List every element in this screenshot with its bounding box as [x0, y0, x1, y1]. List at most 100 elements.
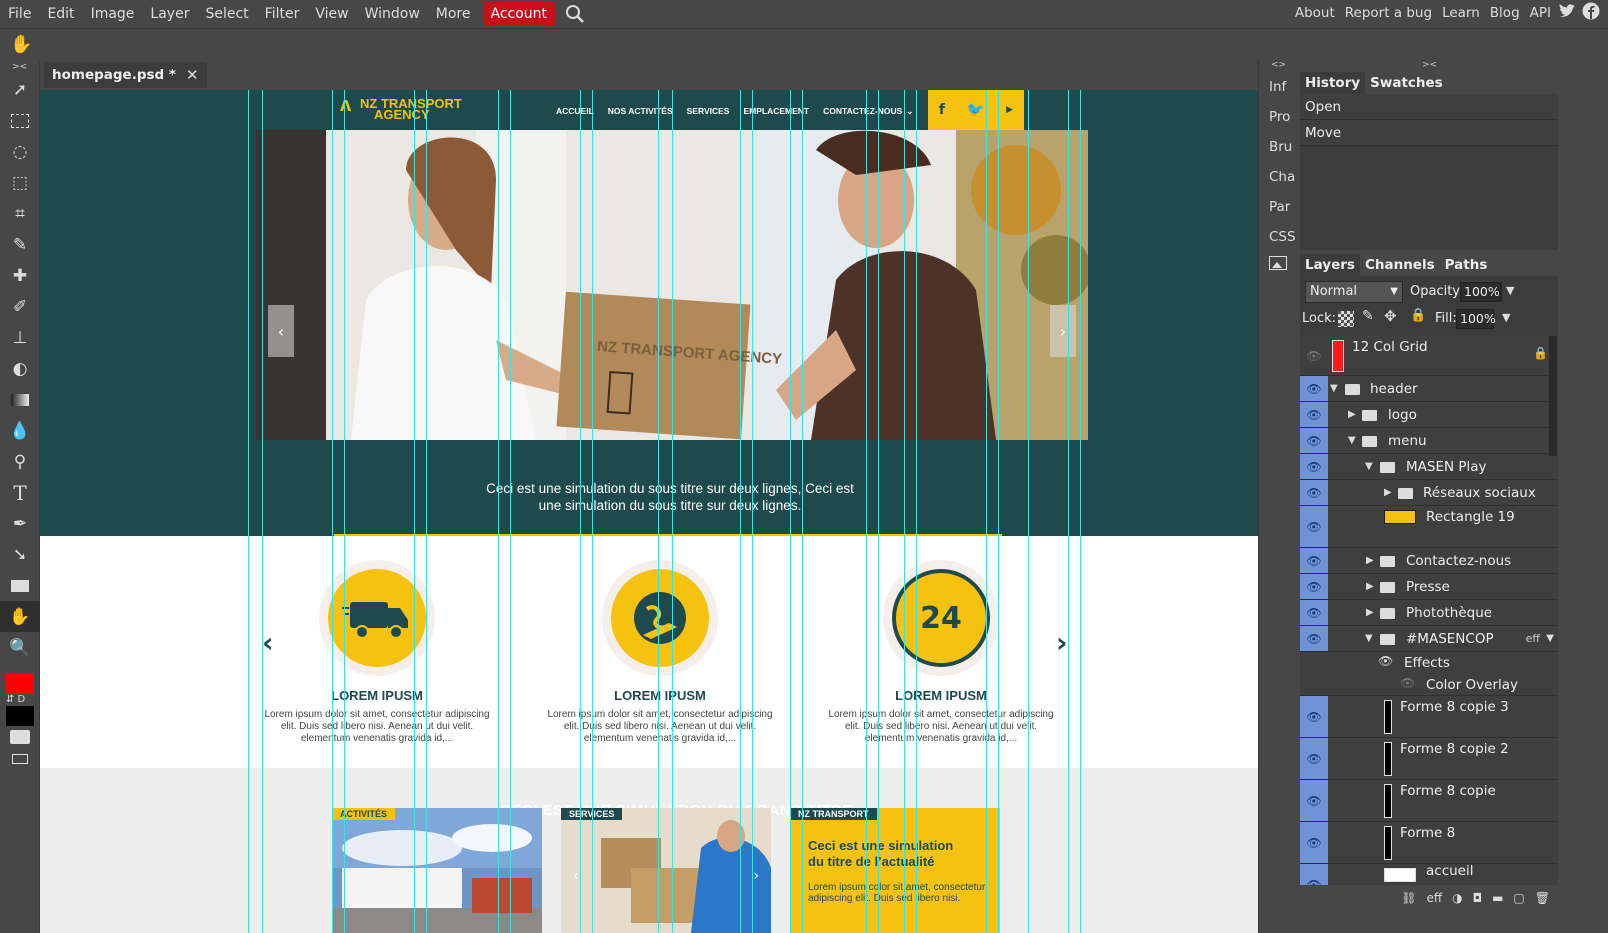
- eye-icon[interactable]: 👁: [1300, 454, 1328, 479]
- menu-more[interactable]: More: [428, 2, 479, 26]
- layer-row[interactable]: 👁 ▼ header: [1300, 376, 1558, 402]
- eye-icon[interactable]: 👁: [1300, 376, 1328, 401]
- tab-layers[interactable]: Layers: [1300, 254, 1360, 276]
- layer-row[interactable]: 👁 12 Col Grid 🔒: [1300, 336, 1558, 376]
- eye-icon[interactable]: 👁: [1300, 428, 1328, 453]
- facebook-icon[interactable]: f: [939, 102, 945, 118]
- lock-all-icon[interactable]: 🔒: [1410, 308, 1426, 323]
- nav-accueil[interactable]: ACCUEIL: [556, 106, 594, 117]
- panel-character-button[interactable]: Cha: [1259, 162, 1298, 192]
- card-services[interactable]: SERVICES ‹ ›: [561, 808, 771, 933]
- fill-input[interactable]: 100%: [1456, 309, 1496, 329]
- eye-icon[interactable]: 👁: [1300, 600, 1328, 625]
- history-item[interactable]: Move: [1300, 120, 1558, 146]
- nav-activites[interactable]: NOS ACTIVITÉS: [608, 106, 673, 117]
- expanded-triangle-icon[interactable]: ▼: [1365, 626, 1373, 652]
- eraser-tool-icon[interactable]: ◐: [0, 353, 40, 384]
- tab-swatches[interactable]: Swatches: [1365, 72, 1448, 94]
- search-icon[interactable]: [565, 4, 585, 24]
- layer-mask-icon[interactable]: ◘: [1473, 891, 1483, 905]
- eye-icon[interactable]: 👁: [1378, 654, 1393, 668]
- expanded-triangle-icon[interactable]: ▼: [1348, 428, 1356, 454]
- eye-icon[interactable]: 👁: [1300, 738, 1328, 779]
- menu-view[interactable]: View: [307, 2, 356, 26]
- screen-mode-icon[interactable]: [12, 754, 28, 764]
- document-tab[interactable]: homepage.psd * ✕: [44, 62, 207, 88]
- menu-select[interactable]: Select: [197, 2, 256, 26]
- collapsed-triangle-icon[interactable]: ▶: [1366, 548, 1374, 574]
- lock-paint-icon[interactable]: ✎: [1362, 308, 1374, 324]
- eye-icon[interactable]: 👁: [1300, 548, 1328, 573]
- eye-icon[interactable]: 👁: [1300, 864, 1328, 885]
- nav-services[interactable]: SERVICES: [687, 106, 730, 117]
- effects-badge[interactable]: eff: [1526, 626, 1540, 652]
- crop-tool-icon[interactable]: ⌗: [0, 198, 40, 229]
- layer-row[interactable]: 👁 ▶ Photothèque: [1300, 600, 1558, 626]
- healing-brush-tool-icon[interactable]: ✚: [0, 260, 40, 291]
- eye-icon[interactable]: 👁: [1300, 626, 1328, 651]
- layer-row[interactable]: 👁 ▶ Contactez-nous: [1300, 548, 1558, 574]
- new-group-icon[interactable]: ▬: [1492, 891, 1503, 905]
- lasso-tool-icon[interactable]: ◌: [0, 136, 40, 167]
- layer-row[interactable]: 👁 ▼ MASEN Play: [1300, 454, 1558, 480]
- chevron-down-icon[interactable]: ▼: [1546, 626, 1554, 652]
- path-select-tool-icon[interactable]: ➘: [0, 539, 40, 570]
- history-item[interactable]: Open: [1300, 94, 1558, 120]
- swap-colors-icon[interactable]: ⇵ D: [6, 694, 25, 705]
- youtube-icon[interactable]: ▶: [1006, 105, 1013, 115]
- panel-css-button[interactable]: CSS: [1259, 222, 1298, 252]
- nav-emplacement[interactable]: EMPLACEMENT: [743, 106, 809, 117]
- opacity-input[interactable]: 100%: [1460, 282, 1502, 302]
- menu-image[interactable]: Image: [83, 2, 143, 26]
- panel-paragraph-button[interactable]: Par: [1259, 192, 1298, 222]
- card-activites[interactable]: ACTIVITÉS: [332, 808, 542, 933]
- layers-scrollbar[interactable]: [1549, 336, 1557, 456]
- eye-icon[interactable]: 👁: [1300, 696, 1328, 737]
- chevron-right-icon[interactable]: ›: [1056, 626, 1068, 659]
- layer-row[interactable]: 👁 Forme 8 copie: [1300, 780, 1558, 822]
- image-icon[interactable]: [1269, 256, 1287, 270]
- hand-tool-icon[interactable]: ✋: [0, 601, 40, 632]
- document-canvas[interactable]: ʌ NZ TRANSPORT AGENCY ACCUEIL NOS ACTIVI…: [40, 90, 1290, 933]
- layer-row[interactable]: 👁 ▼ menu: [1300, 428, 1558, 454]
- link-blog[interactable]: Blog: [1485, 1, 1525, 25]
- lock-position-icon[interactable]: ✥: [1384, 307, 1397, 325]
- link-api[interactable]: API: [1525, 1, 1556, 25]
- link-report-bug[interactable]: Report a bug: [1340, 1, 1437, 25]
- eye-icon[interactable]: 👁: [1300, 480, 1328, 505]
- stamp-tool-icon[interactable]: ⊥: [0, 322, 40, 353]
- marquee-tool-icon[interactable]: [0, 105, 40, 136]
- layer-row[interactable]: 👁 Forme 8 copie 3: [1300, 696, 1558, 738]
- close-icon[interactable]: ✕: [186, 66, 199, 84]
- effects-row[interactable]: 👁 Effects: [1300, 652, 1558, 674]
- menu-window[interactable]: Window: [357, 2, 428, 26]
- eye-icon[interactable]: 👁: [1300, 780, 1328, 821]
- eye-icon[interactable]: 👁: [1300, 822, 1328, 863]
- expand-arrows-icon[interactable]: <>: [1271, 60, 1286, 70]
- expanded-triangle-icon[interactable]: ▼: [1365, 454, 1373, 480]
- quick-select-tool-icon[interactable]: ⬚: [0, 167, 40, 198]
- layer-row[interactable]: 👁 ▶ logo: [1300, 402, 1558, 428]
- panel-properties-button[interactable]: Pro: [1259, 102, 1298, 132]
- link-about[interactable]: About: [1290, 1, 1340, 25]
- dodge-tool-icon[interactable]: ⚲: [0, 446, 40, 477]
- layer-row[interactable]: 👁 ▶ Réseaux sociaux: [1300, 480, 1558, 506]
- layer-row[interactable]: 👁 ▼ #MASENCOP eff ▼: [1300, 626, 1558, 652]
- panel-brush-button[interactable]: Bru: [1259, 132, 1298, 162]
- adjustment-layer-icon[interactable]: ◑: [1452, 891, 1462, 905]
- collapsed-triangle-icon[interactable]: ▶: [1348, 402, 1356, 428]
- layer-row[interactable]: 👁 accueil: [1300, 864, 1558, 885]
- collapsed-triangle-icon[interactable]: ▶: [1366, 600, 1374, 626]
- shape-tool-icon[interactable]: [0, 570, 40, 601]
- pen-tool-icon[interactable]: ✒: [0, 508, 40, 539]
- collapsed-triangle-icon[interactable]: ▶: [1384, 480, 1392, 506]
- layer-row[interactable]: 👁 Forme 8: [1300, 822, 1558, 864]
- chevron-left-icon[interactable]: ‹: [573, 868, 579, 884]
- new-layer-icon[interactable]: ▢: [1513, 891, 1524, 905]
- effects-button[interactable]: eff: [1426, 891, 1442, 905]
- menu-edit[interactable]: Edit: [39, 2, 82, 26]
- panel-info-button[interactable]: Inf: [1259, 72, 1298, 102]
- layer-row[interactable]: 👁 Rectangle 19: [1300, 506, 1558, 548]
- tab-paths[interactable]: Paths: [1440, 254, 1493, 276]
- account-button[interactable]: Account: [482, 2, 556, 26]
